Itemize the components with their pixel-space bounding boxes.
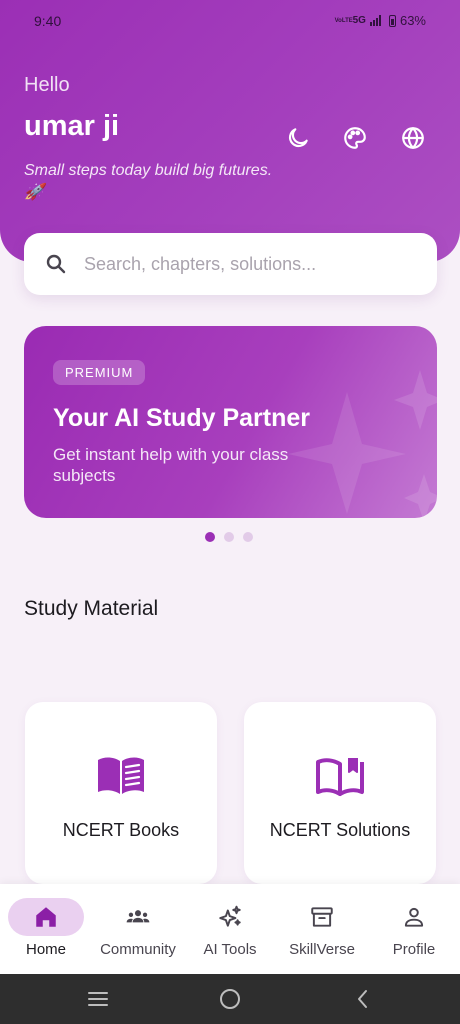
nav-label: SkillVerse [289,941,355,958]
network-type: 5G [352,15,366,26]
back-button[interactable] [350,986,376,1012]
status-bar: 9:40 VoLTE 5G 63% [0,0,460,44]
home-button[interactable] [217,986,243,1012]
book-solutions-icon [316,758,364,796]
card-label: NCERT Solutions [269,820,411,840]
nav-label: Community [100,941,176,958]
nav-label: Home [25,941,66,958]
home-icon [36,907,56,927]
nav-label: Profile [392,941,436,958]
nav-item-home[interactable]: Home [0,884,92,974]
carousel-dot[interactable] [205,532,215,542]
battery-percent: 63% [399,13,426,28]
sparkles-icon [219,905,241,927]
palette-icon[interactable] [341,124,369,152]
person-icon [404,907,424,927]
archive-icon [311,907,333,927]
search-bar[interactable] [24,233,437,295]
open-book-icon [98,757,144,794]
signal-icon [369,15,381,26]
carousel-dot[interactable] [243,532,253,542]
bottom-navigation: Home Community AI Tools SkillVerse Profi… [0,884,460,974]
greeting: Hello [24,74,70,96]
volte-indicator: VoLTE [334,17,353,24]
card-ncert-books[interactable]: NCERT Books [25,702,217,884]
moon-icon[interactable] [284,124,312,152]
recent-apps-button[interactable] [85,986,111,1012]
banner-subtitle: Get instant help with your class subject… [53,445,289,485]
search-input[interactable] [84,253,384,275]
card-label: NCERT Books [62,820,180,840]
carousel-indicator [205,532,253,542]
community-icon [126,910,150,923]
menu-icon [88,992,108,1006]
username: umar ji [24,110,120,142]
status-indicators: VoLTE 5G 63% [335,13,426,28]
card-ncert-solutions[interactable]: NCERT Solutions [244,702,436,884]
status-time: 9:40 [34,13,62,29]
nav-item-ai-tools[interactable]: AI Tools [184,884,276,974]
nav-item-skillverse[interactable]: SkillVerse [276,884,368,974]
battery-icon [388,14,396,27]
premium-badge: PREMIUM [53,360,146,385]
system-navigation-bar [0,974,460,1024]
banner-title: Your AI Study Partner [53,404,310,432]
carousel-dot[interactable] [224,532,234,542]
tagline: Small steps today build big futures. 🚀 [24,162,273,201]
nav-item-community[interactable]: Community [92,884,184,974]
chevron-left-icon [358,990,367,1008]
nav-item-profile[interactable]: Profile [368,884,460,974]
nav-label: AI Tools [203,941,257,958]
circle-icon [220,989,240,1009]
globe-icon[interactable] [399,124,427,152]
search-icon [46,254,66,274]
premium-banner[interactable]: PREMIUM Your AI Study Partner Get instan… [24,326,437,518]
section-title-study-material: Study Material [24,597,159,620]
